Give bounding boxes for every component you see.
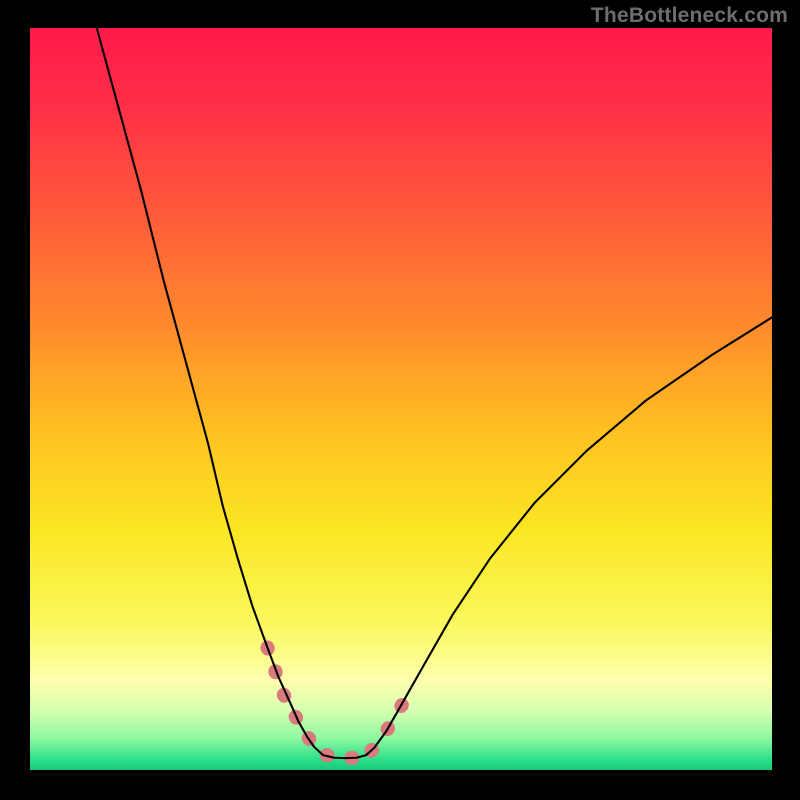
watermark: TheBottleneck.com [591,4,788,28]
gradient-panel [30,28,772,770]
bottleneck-chart [0,0,800,800]
